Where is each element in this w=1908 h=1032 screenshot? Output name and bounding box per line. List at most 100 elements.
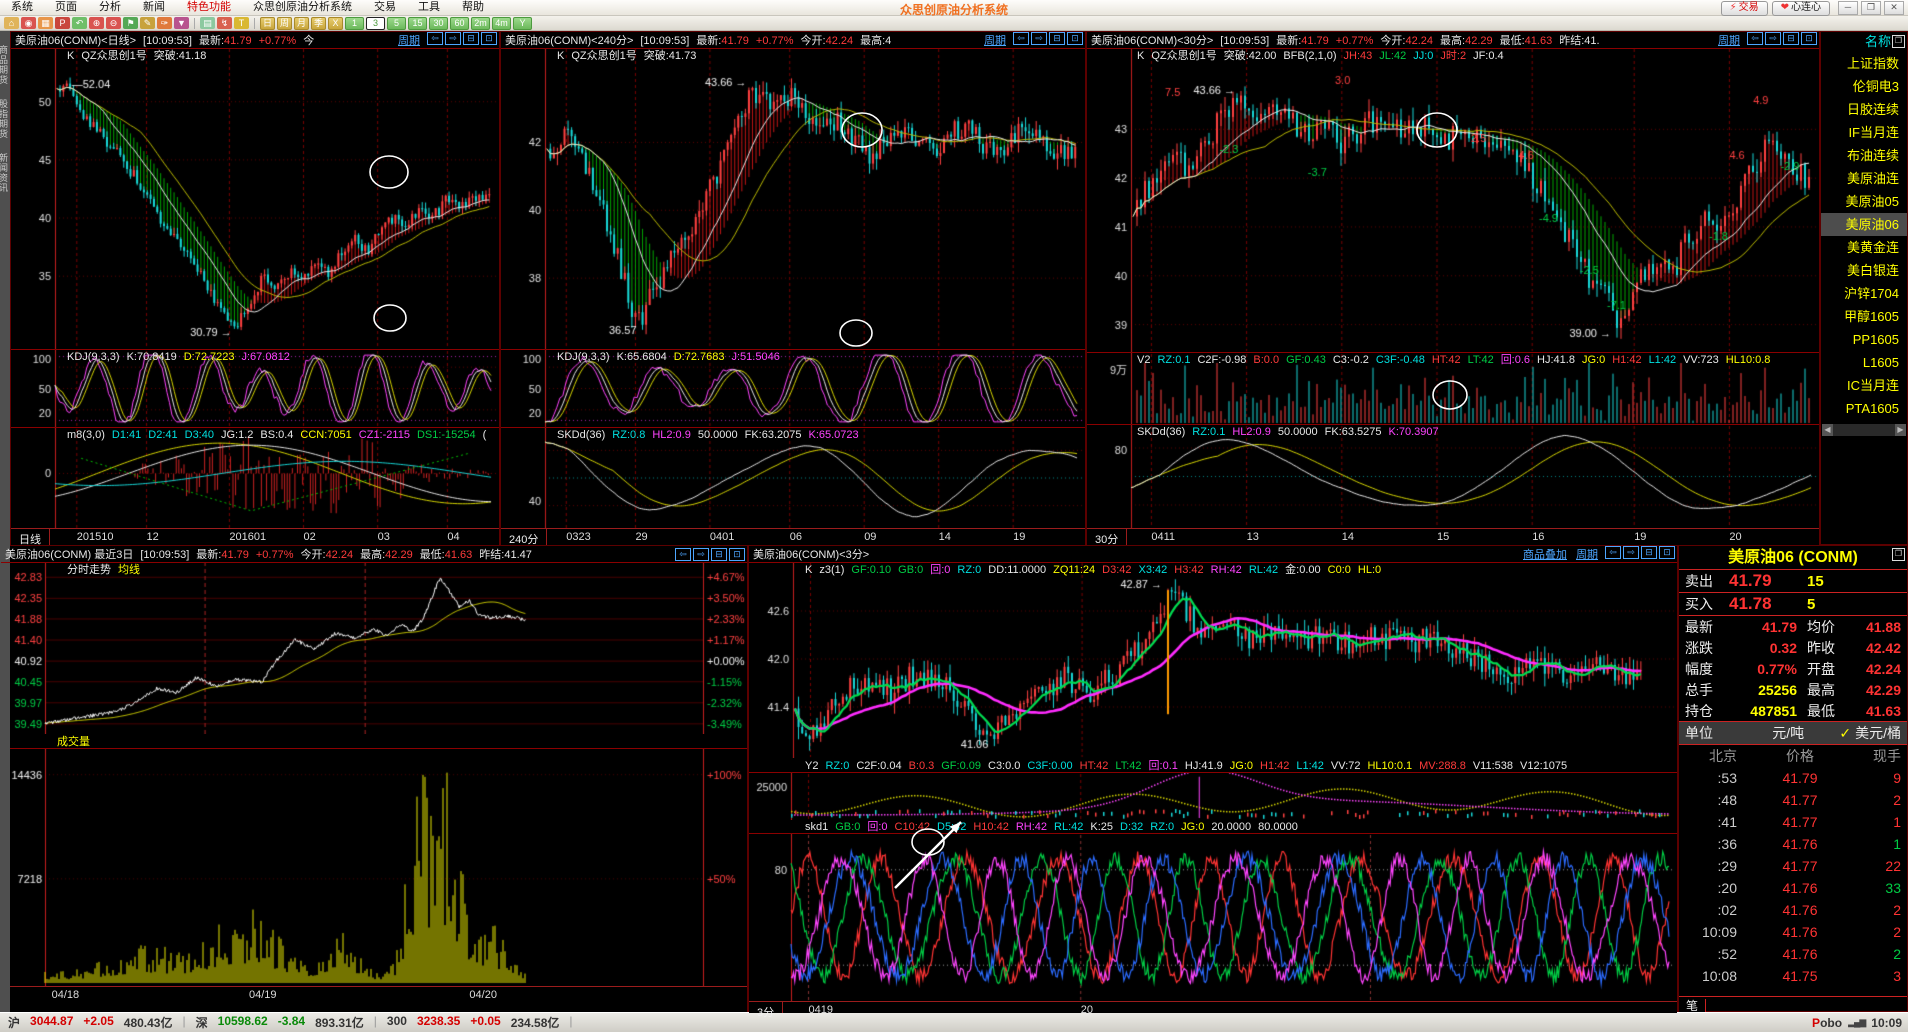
nav-tile-icon[interactable]: ⊟ <box>1049 32 1065 45</box>
nav-back-icon[interactable]: ⇦ <box>1605 546 1621 559</box>
left-tab-新闻资讯[interactable]: 新闻资讯 <box>0 153 10 193</box>
nav-maximize-icon[interactable]: ⊡ <box>729 547 745 561</box>
sidebar-item-美白银连[interactable]: 美白银连 <box>1821 259 1907 282</box>
sidebar-item-上证指数[interactable]: 上证指数 <box>1821 52 1907 75</box>
3min-price-canvas[interactable] <box>749 562 1677 758</box>
nav-maximize-icon[interactable]: ⊡ <box>1659 546 1675 559</box>
sidebar-item-L1605[interactable]: L1605 <box>1821 351 1907 374</box>
scroll-left-icon[interactable]: ◀ <box>1822 424 1833 436</box>
unit-row[interactable]: 单位 元/吨 ✓ 美元/桶 <box>1679 721 1907 745</box>
3min-y2-canvas[interactable] <box>749 772 1677 820</box>
daily-kdj-canvas[interactable] <box>11 349 499 428</box>
sidebar-item-沪锌1704[interactable]: 沪锌1704 <box>1821 282 1907 305</box>
tick-chart-icon[interactable]: T <box>234 17 249 29</box>
30min-volume-canvas[interactable] <box>1087 352 1819 425</box>
sidebar-item-伦铜电3[interactable]: 伦铜电3 <box>1821 75 1907 98</box>
nav-back-icon[interactable]: ⇦ <box>1013 32 1029 45</box>
sidebar-item-布油连续[interactable]: 布油连续 <box>1821 144 1907 167</box>
nav-tile-icon[interactable]: ⊟ <box>1783 32 1799 45</box>
nav-back-icon[interactable]: ⇦ <box>675 547 691 561</box>
nav-maximize-icon[interactable]: ⊡ <box>1067 32 1083 45</box>
flag-icon[interactable]: ⚑ <box>123 17 138 29</box>
period-button-日[interactable]: 日 <box>260 16 275 30</box>
watchlist-config-icon[interactable]: ❐ <box>1892 35 1905 48</box>
filter-icon[interactable]: ▼ <box>174 17 189 29</box>
zoom-out-icon[interactable]: ⊖ <box>106 17 121 29</box>
nav-tile-icon[interactable]: ⊟ <box>1641 546 1657 559</box>
nav-forward-icon[interactable]: ⇨ <box>693 547 709 561</box>
sidebar-item-IC当月连[interactable]: IC当月连 <box>1821 374 1907 397</box>
period-button-4m[interactable]: 4m <box>492 16 511 30</box>
menu-众思创原油分析系统[interactable]: 众思创原油分析系统 <box>242 1 363 13</box>
nav-back-icon[interactable]: ⇦ <box>427 32 443 45</box>
sidebar-item-美原油连[interactable]: 美原油连 <box>1821 167 1907 190</box>
nav-forward-icon[interactable]: ⇨ <box>445 32 461 45</box>
trend-line-icon[interactable]: ↯ <box>217 17 232 29</box>
period-button-月[interactable]: 月 <box>294 16 309 30</box>
alarm-icon[interactable]: ◉ <box>21 17 36 29</box>
close-icon[interactable]: ✕ <box>1884 1 1904 15</box>
quote-board-icon[interactable]: ▤ <box>200 17 215 29</box>
sidebar-item-PTA1605[interactable]: PTA1605 <box>1821 397 1907 420</box>
period-button-X[interactable]: X <box>328 16 343 30</box>
daily-price-canvas[interactable] <box>11 48 499 349</box>
menu-分析[interactable]: 分析 <box>88 1 132 13</box>
240min-skdd-canvas[interactable] <box>501 427 1085 529</box>
daily-m8-canvas[interactable] <box>11 427 499 529</box>
menu-工具[interactable]: 工具 <box>407 1 451 13</box>
zoom-in-icon[interactable]: ⊕ <box>89 17 104 29</box>
period-button-季[interactable]: 季 <box>311 16 326 30</box>
link-周期[interactable]: 周期 <box>984 32 1006 48</box>
scroll-right-icon[interactable]: ▶ <box>1895 424 1906 436</box>
period-button-周[interactable]: 周 <box>277 16 292 30</box>
period-button-Y[interactable]: Y <box>513 16 532 30</box>
sidebar-item-美黄金连[interactable]: 美黄金连 <box>1821 236 1907 259</box>
3min-skd1-canvas[interactable] <box>749 833 1677 1002</box>
open-icon[interactable]: ⌂ <box>4 17 19 29</box>
menu-特色功能[interactable]: 特色功能 <box>176 1 242 13</box>
pencil-icon[interactable]: ✎ <box>140 17 155 29</box>
pro-icon[interactable]: P <box>55 17 70 29</box>
nav-forward-icon[interactable]: ⇨ <box>1623 546 1639 559</box>
240min-kdj-canvas[interactable] <box>501 349 1085 428</box>
calendar-icon[interactable]: ▦ <box>38 17 53 29</box>
sidebar-item-IF当月连[interactable]: IF当月连 <box>1821 121 1907 144</box>
watchlist-scrollbar[interactable]: ◀ ▶ <box>1822 424 1906 436</box>
sidebar-item-美原油06[interactable]: 美原油06 <box>1821 213 1907 236</box>
period-button-15[interactable]: 15 <box>408 16 427 30</box>
left-tab-股指期货[interactable]: 股指期货 <box>0 99 10 139</box>
sidebar-item-美原油05[interactable]: 美原油05 <box>1821 190 1907 213</box>
link-周期[interactable]: 周期 <box>1718 32 1740 48</box>
period-button-60[interactable]: 60 <box>450 16 469 30</box>
titlebar-button-心连心[interactable]: ❤ 心连心 <box>1771 1 1830 16</box>
paint-icon[interactable]: ✑ <box>157 17 172 29</box>
left-tab-商品期货[interactable]: 商品期货 <box>0 45 10 85</box>
30min-skdd-canvas[interactable] <box>1087 424 1819 529</box>
nav-back-icon[interactable]: ⇦ <box>1747 32 1763 45</box>
minimize-icon[interactable]: ─ <box>1838 1 1858 15</box>
30min-price-canvas[interactable] <box>1087 48 1819 352</box>
menu-系统[interactable]: 系统 <box>0 1 44 13</box>
nav-tile-icon[interactable]: ⊟ <box>711 547 727 561</box>
menu-页面[interactable]: 页面 <box>44 1 88 13</box>
menu-新闻[interactable]: 新闻 <box>132 1 176 13</box>
link-周期[interactable]: 周期 <box>398 32 420 48</box>
period-button-1[interactable]: 1 <box>345 16 364 30</box>
menu-交易[interactable]: 交易 <box>363 1 407 13</box>
240min-price-canvas[interactable] <box>501 48 1085 349</box>
intraday-volume-canvas[interactable] <box>1 748 747 987</box>
nav-tile-icon[interactable]: ⊟ <box>463 32 479 45</box>
nav-maximize-icon[interactable]: ⊡ <box>1801 32 1817 45</box>
nav-forward-icon[interactable]: ⇨ <box>1765 32 1781 45</box>
nav-forward-icon[interactable]: ⇨ <box>1031 32 1047 45</box>
undo-icon[interactable]: ↶ <box>72 17 87 29</box>
period-button-5[interactable]: 5 <box>387 16 406 30</box>
period-button-2m[interactable]: 2m <box>471 16 490 30</box>
titlebar-button-交易[interactable]: ⚡ 交易 <box>1720 1 1768 16</box>
link-周期[interactable]: 周期 <box>1576 546 1598 562</box>
sidebar-item-日胶连续[interactable]: 日胶连续 <box>1821 98 1907 121</box>
intraday-price-canvas[interactable] <box>1 562 747 734</box>
sidebar-item-甲醇1605[interactable]: 甲醇1605 <box>1821 305 1907 328</box>
sidebar-item-PP1605[interactable]: PP1605 <box>1821 328 1907 351</box>
restore-icon[interactable]: ❐ <box>1861 1 1881 15</box>
